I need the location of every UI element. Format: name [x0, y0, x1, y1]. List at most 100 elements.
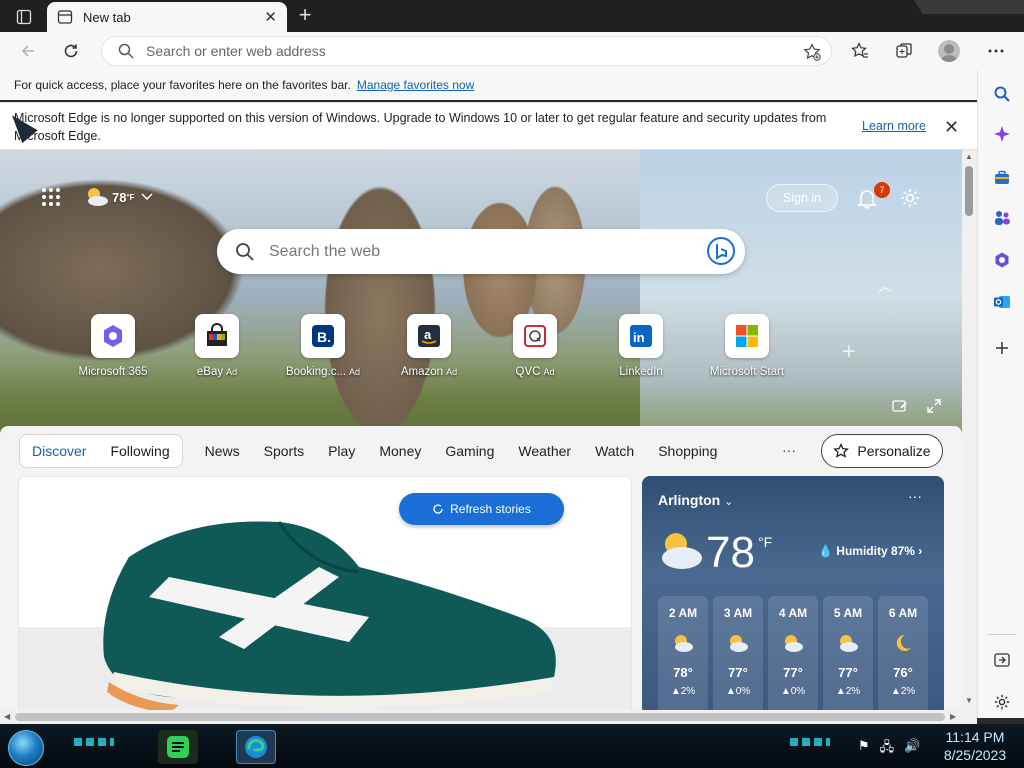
feed-category-news[interactable]: News — [205, 443, 240, 459]
profile-avatar[interactable] — [938, 40, 960, 62]
weather-summary-button[interactable]: 78 °F — [84, 186, 153, 208]
microsoft365-icon — [104, 325, 122, 347]
scroll-up-arrow-icon[interactable]: ▲ — [965, 152, 973, 161]
volume-icon[interactable]: 🔊 — [904, 738, 920, 760]
hourly-item[interactable]: 2 AM 78° ▲2% — [658, 596, 708, 710]
apps-launcher-button[interactable] — [40, 186, 62, 208]
edit-background-icon[interactable] — [892, 398, 908, 414]
tab-discover[interactable]: Discover — [32, 443, 86, 459]
sidebar-microsoft365-button[interactable] — [990, 248, 1014, 272]
sign-in-button[interactable]: Sign in — [766, 184, 838, 212]
scroll-left-arrow-icon[interactable]: ◀ — [4, 712, 10, 721]
hourly-item[interactable]: 6 AM 76° ▲2% — [878, 596, 928, 710]
feed-category-play[interactable]: Play — [328, 443, 355, 459]
tab-following[interactable]: Following — [110, 443, 169, 459]
learn-more-link[interactable]: Learn more — [862, 119, 926, 133]
hour-precip: ▲0% — [725, 686, 751, 697]
weather-more-button[interactable]: ··· — [908, 488, 922, 504]
quick-link-microsoft-start[interactable]: Microsoft Start — [694, 314, 800, 378]
taskbar-app-notes[interactable] — [158, 730, 198, 764]
sidebar-hide-button[interactable] — [990, 648, 1014, 672]
ad-label: Ad — [446, 367, 458, 377]
sidebar-add-button[interactable] — [990, 336, 1014, 360]
settings-more-button[interactable] — [982, 37, 1010, 65]
refresh-icon — [433, 504, 443, 514]
refresh-icon — [64, 44, 78, 58]
back-button[interactable] — [14, 37, 42, 65]
address-input[interactable] — [146, 43, 766, 59]
feed-more-button[interactable]: ··· — [782, 442, 796, 458]
scroll-down-arrow-icon[interactable]: ▼ — [965, 696, 973, 705]
microsoft365-icon — [995, 252, 1009, 268]
quick-link-linkedin[interactable]: in LinkedIn — [588, 314, 694, 378]
hour-temp: 78° — [673, 665, 693, 680]
quick-link-microsoft365[interactable]: Microsoft 365 — [60, 314, 166, 378]
address-bar[interactable] — [101, 36, 832, 66]
sidebar-shopping-button[interactable] — [990, 166, 1014, 190]
weather-card[interactable]: Arlington ⌄ ··· 78 °F 💧 Humidity 87% › 2… — [642, 476, 944, 710]
sidebar-search-button[interactable] — [990, 82, 1014, 106]
feed-navigation: Discover Following News Sports Play Mone… — [19, 434, 717, 468]
collections-button[interactable] — [890, 37, 918, 65]
quick-link-qvc[interactable]: QVC Ad — [482, 314, 588, 378]
system-tray: ⚑ 🖧 🔊 — [858, 738, 920, 760]
quick-link-amazon[interactable]: a Amazon Ad — [376, 314, 482, 378]
web-search-box[interactable] — [217, 229, 745, 274]
start-button[interactable] — [8, 730, 44, 766]
horizontal-scroll-thumb[interactable] — [15, 713, 945, 721]
hourly-item[interactable]: 4 AM 77° ▲0% — [768, 596, 818, 710]
page-settings-gear-icon[interactable] — [898, 186, 922, 210]
tab-actions-icon — [16, 9, 32, 25]
hide-sidebar-icon — [994, 653, 1010, 667]
add-favorite-icon[interactable] — [803, 43, 821, 61]
bing-chat-icon[interactable] — [705, 235, 737, 267]
web-search-input[interactable] — [269, 242, 689, 261]
ad-label: Ad — [543, 367, 555, 377]
tab-new-tab[interactable]: New tab ✕ — [47, 2, 287, 32]
hourly-item[interactable]: 5 AM 77° ▲2% — [823, 596, 873, 710]
tab-actions-button[interactable] — [8, 6, 40, 28]
sidebar-copilot-button[interactable] — [990, 122, 1014, 146]
tab-close-button[interactable]: ✕ — [264, 8, 277, 26]
gear-icon — [994, 694, 1010, 710]
favorites-button[interactable] — [846, 37, 874, 65]
infobar-close-button[interactable]: ✕ — [944, 117, 959, 138]
taskbar-decoration — [790, 738, 830, 746]
feed-category-sports[interactable]: Sports — [264, 443, 304, 459]
quick-link-label: Amazon — [400, 366, 444, 378]
feed-category-gaming[interactable]: Gaming — [445, 443, 494, 459]
horizontal-scrollbar[interactable]: ◀ ▶ — [0, 710, 977, 724]
feed-category-weather[interactable]: Weather — [518, 443, 571, 459]
quick-link-booking[interactable]: B. Booking.c... Ad — [270, 314, 376, 378]
hourly-item[interactable]: 3 AM 77° ▲0% — [713, 596, 763, 710]
new-tab-button[interactable]: + — [292, 4, 318, 28]
weather-location[interactable]: Arlington ⌄ — [658, 492, 733, 508]
personalize-button[interactable]: Personalize — [821, 434, 943, 468]
hour-precip: ▲0% — [780, 686, 806, 697]
sidebar-outlook-button[interactable] — [990, 290, 1014, 314]
humidity-link[interactable]: 💧 Humidity 87% › — [818, 544, 922, 558]
refresh-stories-button[interactable]: Refresh stories — [399, 493, 564, 525]
ad-label: Ad — [226, 367, 238, 377]
action-center-flag-icon[interactable]: ⚑ — [858, 738, 870, 760]
vertical-scrollbar[interactable]: ▲ ▼ — [962, 150, 977, 710]
featured-story-card[interactable]: Refresh stories — [18, 476, 632, 710]
feed-category-money[interactable]: Money — [379, 443, 421, 459]
feed-category-watch[interactable]: Watch — [595, 443, 634, 459]
manage-favorites-link[interactable]: Manage favorites now — [357, 78, 474, 92]
taskbar-app-edge[interactable] — [236, 730, 276, 764]
scroll-right-arrow-icon[interactable]: ▶ — [950, 712, 956, 721]
network-icon[interactable]: 🖧 — [880, 738, 895, 760]
quick-link-ebay[interactable]: eBay Ad — [164, 314, 270, 378]
expand-icon[interactable] — [926, 398, 942, 414]
personalize-label: Personalize — [857, 443, 931, 459]
briefcase-icon — [995, 170, 1009, 184]
vertical-scroll-thumb[interactable] — [965, 166, 973, 216]
feed-category-shopping[interactable]: Shopping — [658, 443, 717, 459]
sidebar-settings-button[interactable] — [990, 690, 1014, 714]
collapse-chevron-up-icon[interactable]: ︿ — [878, 276, 892, 296]
sidebar-tools-button[interactable] — [990, 206, 1014, 230]
add-quick-link-button[interactable]: + — [842, 338, 856, 366]
refresh-button[interactable] — [57, 37, 85, 65]
taskbar-clock[interactable]: 11:14 PM 8/25/2023 — [930, 728, 1020, 764]
